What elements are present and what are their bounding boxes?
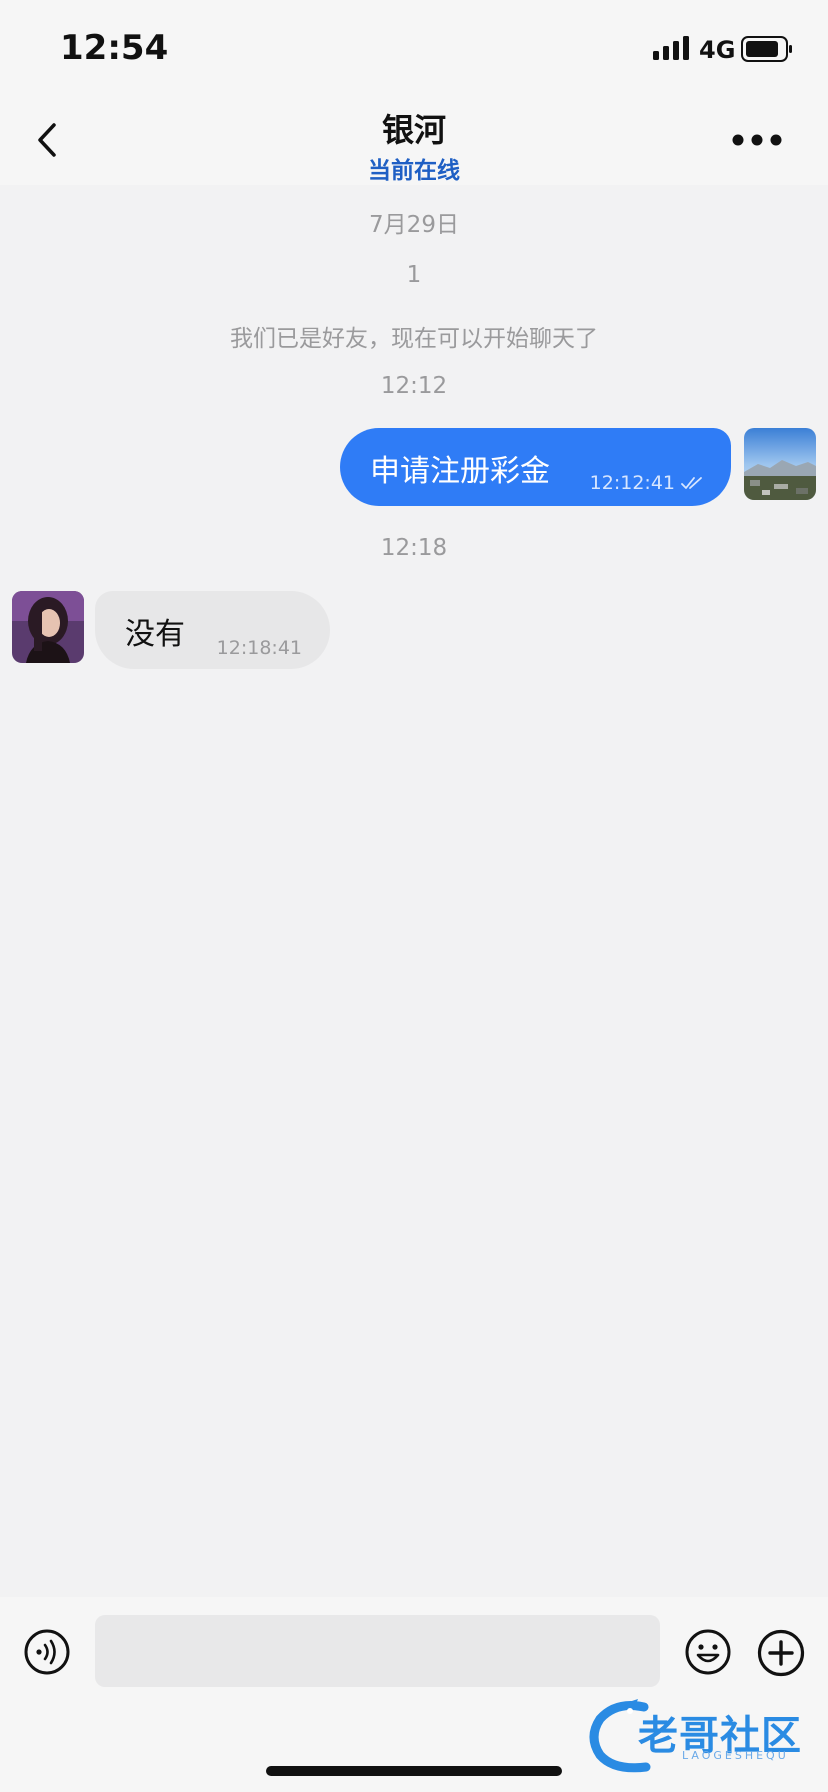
network-label: 4G xyxy=(699,36,736,64)
signal-icon xyxy=(653,36,689,60)
peer-avatar[interactable] xyxy=(12,591,84,663)
online-status: 当前在线 xyxy=(368,158,460,184)
battery-icon xyxy=(741,36,792,62)
watermark-subtext: LAOGESHEQU xyxy=(682,1749,789,1762)
outgoing-message-meta: 12:12:41 xyxy=(590,472,703,494)
time-divider: 12:18 xyxy=(380,535,448,561)
time-divider: 12:12 xyxy=(380,373,448,399)
status-bar: 12:54 4G xyxy=(0,0,828,95)
status-time: 12:54 xyxy=(60,28,169,68)
chat-area[interactable]: 7月29日 1 我们已是好友，现在可以开始聊天了 12:12 申请注册彩金 12… xyxy=(0,185,828,1597)
outgoing-message-time: 12:12:41 xyxy=(589,472,675,494)
home-indicator[interactable] xyxy=(266,1766,562,1776)
incoming-message-bubble[interactable]: 没有 12:18:41 xyxy=(95,591,330,669)
plus-icon[interactable] xyxy=(757,1629,805,1677)
system-notice: 我们已是好友，现在可以开始聊天了 xyxy=(230,326,598,352)
message-input[interactable] xyxy=(95,1615,660,1687)
portrait-avatar-image xyxy=(12,591,84,663)
more-icon[interactable] xyxy=(730,125,784,155)
outgoing-message-bubble[interactable]: 申请注册彩金 12:12:41 xyxy=(340,428,731,506)
system-number: 1 xyxy=(406,262,422,288)
outgoing-message-text: 申请注册彩金 xyxy=(370,454,550,489)
date-label: 7月29日 xyxy=(369,212,459,238)
watermark-logo: 老哥社区 LAOGESHEQU xyxy=(586,1697,816,1775)
landscape-avatar-image xyxy=(744,428,816,500)
incoming-message-text: 没有 xyxy=(125,617,185,652)
chat-title: 银河 xyxy=(381,111,446,149)
read-receipt-icon xyxy=(681,477,702,489)
composer-bar: 老哥社区 LAOGESHEQU xyxy=(0,1597,828,1792)
emoji-icon[interactable] xyxy=(685,1629,731,1675)
self-avatar[interactable] xyxy=(744,428,816,500)
incoming-message-time: 12:18:41 xyxy=(216,637,302,659)
voice-icon[interactable] xyxy=(24,1629,70,1675)
nav-bar: 银河 当前在线 xyxy=(0,95,828,185)
